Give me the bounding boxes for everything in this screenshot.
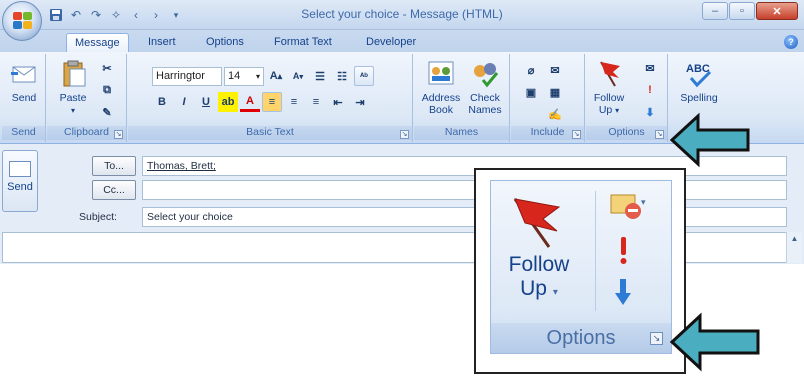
tab-format-text[interactable]: Format Text: [266, 33, 340, 52]
zoom-options-label: Options: [491, 323, 671, 353]
options-launcher-icon[interactable]: ↘: [655, 130, 664, 139]
ribbon-send-button[interactable]: Send: [2, 58, 46, 104]
maximize-button[interactable]: ▫: [729, 2, 755, 20]
align-right-icon[interactable]: ≡: [306, 92, 326, 112]
bullets-icon[interactable]: ☰: [310, 66, 330, 86]
clear-format-icon[interactable]: ᴬᵇ: [354, 66, 374, 86]
group-send: Send Send: [2, 54, 46, 142]
paste-button[interactable]: Paste ▾: [53, 58, 93, 117]
tab-insert[interactable]: Insert: [140, 33, 184, 52]
align-left-icon[interactable]: ≡: [262, 92, 282, 112]
zoom-options-group: Follow Up ▾ ▾ Options ↘: [490, 180, 672, 354]
group-label-basic-text: Basic Text: [128, 126, 412, 140]
zoom-high-importance-icon[interactable]: [615, 235, 631, 265]
subject-field[interactable]: Select your choice: [142, 207, 787, 227]
send-envelope-icon: [9, 161, 31, 177]
minimize-button[interactable]: –: [702, 2, 728, 20]
zoom-follow-up-button[interactable]: Follow Up ▾: [499, 253, 579, 305]
attach-item-icon[interactable]: ✉: [545, 60, 565, 80]
group-label-send: Send: [2, 126, 45, 140]
format-row: B I U ab A ≡ ≡ ≡ ⇤ ⇥: [152, 92, 370, 112]
attach-file-icon[interactable]: ⌀: [521, 60, 541, 80]
font-name-box[interactable]: Harringtor: [152, 66, 222, 86]
svg-text:ABC: ABC: [686, 63, 710, 75]
increase-indent-icon[interactable]: ⇥: [350, 92, 370, 112]
font-row: Harringtor 14 ▾ A ▴ A ▾ ☰ ☷ ᴬᵇ: [152, 66, 374, 86]
cc-button[interactable]: Cc...: [92, 180, 136, 200]
high-importance-icon[interactable]: !: [640, 80, 660, 100]
group-options: Follow Up ▾ ✉ ! ⬇ Options ↘: [586, 54, 668, 142]
signature-icon[interactable]: ✍: [545, 104, 565, 124]
group-include: ⌀ ✉ ▣ ▦ ✍ Include ↘: [511, 54, 585, 142]
zoom-red-flag-icon: [513, 198, 561, 248]
cc-field[interactable]: [142, 180, 787, 200]
tab-options[interactable]: Options: [198, 33, 252, 52]
tab-message[interactable]: Message: [66, 33, 129, 52]
zoom-divider: [595, 191, 596, 311]
window-title: Select your choice - Message (HTML): [301, 7, 503, 21]
paste-icon: [63, 60, 86, 87]
red-flag-icon: [600, 61, 620, 87]
highlight-icon[interactable]: ab: [218, 92, 238, 112]
decrease-indent-icon[interactable]: ⇤: [328, 92, 348, 112]
align-center-icon[interactable]: ≡: [284, 92, 304, 112]
zoom-permission-icon[interactable]: ▾: [609, 191, 649, 221]
outlook-message-window: ↶ ↷ ✧ ‹ › ▾ Select your choice - Message…: [0, 0, 804, 379]
business-card-icon[interactable]: ▣: [521, 82, 541, 102]
calendar-icon[interactable]: ▦: [545, 82, 565, 102]
send-button[interactable]: Send: [2, 150, 38, 212]
zoom-options-launcher-icon[interactable]: ↘: [650, 332, 663, 345]
options-zoom-callout: Follow Up ▾ ▾ Options ↘: [474, 168, 686, 374]
shrink-font-icon[interactable]: A ▾: [288, 66, 308, 86]
ribbon-tabs: Message Insert Options Format Text Devel…: [0, 30, 804, 52]
send-envelope-icon: [11, 66, 36, 83]
copy-icon[interactable]: ⧉: [97, 80, 117, 100]
italic-icon[interactable]: I: [174, 92, 194, 112]
font-size-box[interactable]: 14 ▾: [224, 66, 264, 86]
format-painter-icon[interactable]: ✎: [97, 102, 117, 122]
address-book-button[interactable]: Address Book: [420, 58, 462, 116]
to-button[interactable]: To...: [92, 156, 136, 176]
clipboard-launcher-icon[interactable]: ↘: [114, 130, 123, 139]
permission-icon[interactable]: ✉: [640, 58, 660, 78]
low-importance-icon[interactable]: ⬇: [640, 102, 660, 122]
subject-label: Subject:: [79, 211, 117, 223]
spelling-check-icon: ABC: [686, 63, 712, 88]
follow-up-button[interactable]: Follow Up ▾: [588, 58, 630, 117]
window-controls: – ▫ ✕: [702, 2, 798, 20]
group-basic-text: Harringtor 14 ▾ A ▴ A ▾ ☰ ☷ ᴬᵇ B I U ab A …: [128, 54, 413, 142]
svg-text:▾: ▾: [641, 197, 646, 207]
underline-icon[interactable]: U: [196, 92, 216, 112]
spelling-button[interactable]: ABC Spelling: [675, 58, 723, 104]
callout-arrow-top: [669, 112, 750, 168]
vertical-scrollbar[interactable]: ▲: [786, 232, 802, 263]
tab-developer[interactable]: Developer: [358, 33, 424, 52]
office-logo-icon: [13, 12, 33, 30]
cut-icon[interactable]: ✂: [97, 58, 117, 78]
check-names-icon: [474, 63, 499, 88]
font-color-icon[interactable]: A: [240, 92, 260, 112]
close-button[interactable]: ✕: [756, 2, 798, 20]
address-book-icon: [428, 61, 454, 85]
grow-font-icon[interactable]: A ▴: [266, 66, 286, 86]
bold-icon[interactable]: B: [152, 92, 172, 112]
group-clipboard: Paste ▾ ✂ ⧉ ✎ Clipboard ↘: [47, 54, 127, 142]
include-launcher-icon[interactable]: ↘: [572, 130, 581, 139]
scroll-up-icon[interactable]: ▲: [787, 234, 802, 243]
numbering-icon[interactable]: ☷: [332, 66, 352, 86]
group-names: Address Book Check Names Names: [414, 54, 510, 142]
check-names-button[interactable]: Check Names: [464, 58, 506, 116]
callout-arrow-bottom: [669, 312, 760, 372]
zoom-low-importance-icon[interactable]: [613, 277, 633, 307]
office-button[interactable]: [2, 1, 42, 41]
basic-text-launcher-icon[interactable]: ↘: [400, 130, 409, 139]
help-icon[interactable]: ?: [784, 35, 798, 49]
group-label-names: Names: [414, 126, 509, 140]
title-bar: ↶ ↷ ✧ ‹ › ▾ Select your choice - Message…: [0, 0, 804, 30]
